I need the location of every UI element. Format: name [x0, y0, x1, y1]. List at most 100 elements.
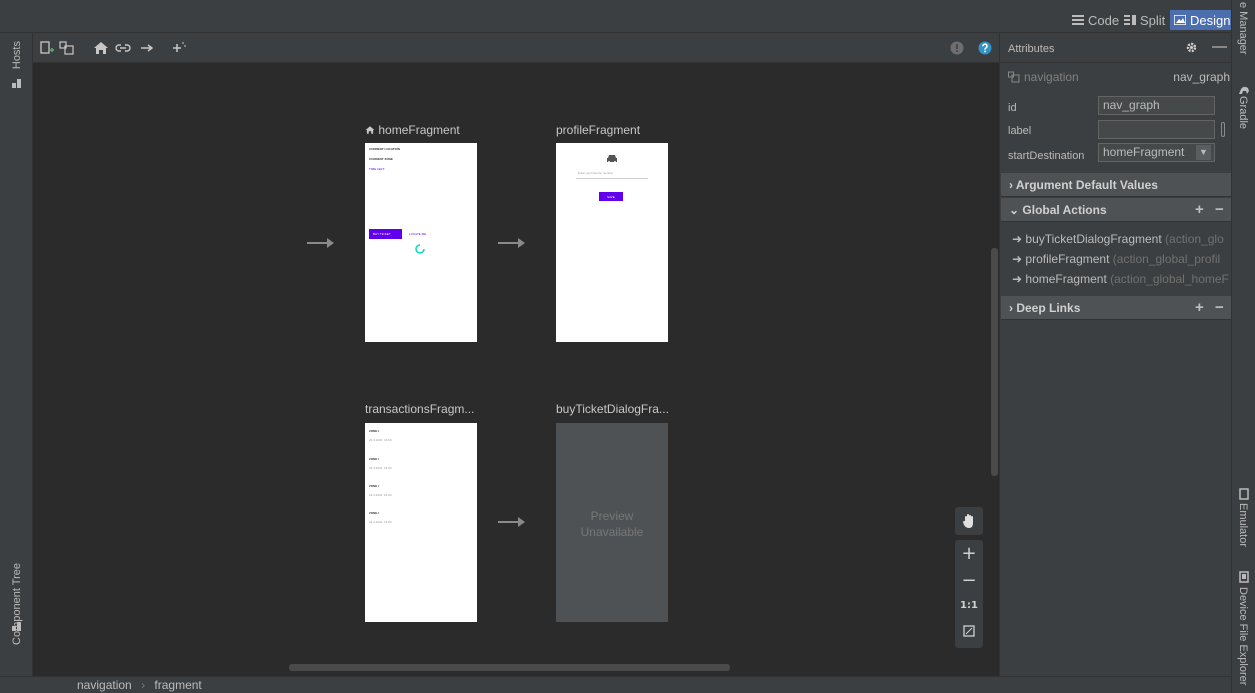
pan-tool-button[interactable] — [955, 507, 983, 535]
gradle-icon — [1238, 84, 1250, 94]
deep-link-icon[interactable] — [115, 40, 131, 56]
add-action-icon[interactable] — [139, 40, 155, 56]
navigation-graph-canvas[interactable]: homeFragment CURRENT LOCATION CURRENT ZO… — [33, 63, 999, 676]
start-destination-dropdown[interactable]: homeFragment ▼ — [1098, 143, 1215, 162]
status-bar: navigation › fragment — [0, 676, 1231, 693]
start-destination-arrow — [307, 238, 334, 248]
transaction-zone: ZONE I — [369, 511, 380, 515]
left-tool-strip: Hosts Component Tree — [0, 33, 33, 676]
label-field[interactable] — [1098, 120, 1215, 139]
label-resource-picker-button[interactable] — [1221, 122, 1225, 137]
locate-me-text: LOCATE ME — [409, 232, 427, 236]
start-destination-home-icon — [365, 123, 378, 137]
breadcrumb-separator-icon: › — [141, 678, 146, 692]
device-file-explorer-tab[interactable]: Device File Explorer — [1237, 587, 1249, 685]
home-fragment-title[interactable]: homeFragment — [365, 123, 460, 137]
global-action-id: (action_glo — [1165, 232, 1224, 246]
car-icon — [606, 153, 618, 163]
hosts-tab[interactable]: Hosts — [11, 41, 23, 69]
component-tree-icon — [12, 620, 21, 631]
preview-unavailable-line1: Preview — [590, 509, 634, 523]
transaction-zone: ZONE I — [369, 484, 380, 488]
loading-spinner-icon — [415, 243, 425, 254]
save-label: SAVE — [607, 195, 615, 199]
component-id-label: nav_graph — [1173, 70, 1230, 84]
gradle-tab[interactable]: Gradle — [1237, 96, 1249, 129]
remove-global-action-icon[interactable]: − — [1215, 201, 1224, 218]
global-action-id: (action_global_homeF — [1110, 272, 1229, 286]
deep-links-label: Deep Links — [1016, 301, 1081, 315]
design-view-button[interactable]: Design — [1170, 10, 1235, 30]
transactions-fragment-title[interactable]: transactionsFragm... — [365, 402, 474, 416]
remove-deep-link-icon[interactable]: − — [1215, 299, 1224, 316]
transaction-zone: ZONE I — [369, 457, 380, 461]
design-icon — [1174, 15, 1186, 25]
id-field[interactable]: nav_graph — [1098, 96, 1215, 115]
action-arrow-icon: ➜ — [1012, 232, 1023, 246]
argument-default-values-section[interactable]: › Argument Default Values — [1001, 173, 1231, 197]
home-fragment-name: homeFragment — [378, 123, 460, 137]
licence-input-placeholder: Enter your licence number — [578, 171, 614, 175]
current-zone-text: CURRENT ZONE — [369, 157, 393, 161]
zoom-one-to-one-button[interactable]: 1:1 — [955, 600, 983, 611]
split-icon — [1124, 15, 1136, 25]
home-fragment-preview[interactable]: CURRENT LOCATION CURRENT ZONE TIME LEFT:… — [365, 143, 477, 342]
licence-input-underline — [576, 178, 648, 179]
navigation-editor-toolbar — [33, 33, 999, 63]
warning-icon[interactable] — [949, 40, 965, 56]
transactions-fragment-preview[interactable]: ZONE I 22.4.2022. 16:00 ZONE I 22.4.2022… — [365, 423, 477, 622]
buy-ticket-label: BUY TICKET — [373, 232, 391, 236]
global-action-item[interactable]: ➜ buyTicketDialogFragment (action_glo — [1012, 232, 1230, 246]
zoom-in-button[interactable]: + — [955, 543, 983, 564]
breadcrumb-fragment[interactable]: fragment — [154, 678, 201, 692]
zoom-to-fit-icon[interactable] — [955, 625, 983, 640]
vertical-scrollbar[interactable] — [991, 248, 998, 476]
preview-unavailable-line2: Unavailable — [580, 525, 644, 539]
home-icon[interactable] — [93, 40, 109, 56]
hand-icon — [955, 513, 983, 532]
top-bar: Code Split Design — [0, 0, 1255, 33]
horizontal-scrollbar[interactable] — [289, 664, 730, 671]
emulator-tab[interactable]: Emulator — [1237, 503, 1249, 547]
new-destination-icon[interactable] — [39, 40, 55, 56]
component-type-label: navigation — [1024, 70, 1079, 84]
global-action-name: profileFragment — [1025, 252, 1110, 266]
navigation-graph-icon — [1008, 71, 1020, 86]
global-action-item[interactable]: ➜ profileFragment (action_global_profil — [1012, 252, 1230, 266]
breadcrumb-navigation[interactable]: navigation — [77, 678, 132, 692]
settings-gear-icon[interactable] — [1185, 41, 1198, 57]
nested-graph-icon[interactable] — [59, 40, 75, 56]
auto-arrange-icon[interactable] — [171, 40, 187, 56]
chevron-right-icon: › — [1009, 178, 1013, 192]
code-view-button[interactable]: Code — [1068, 10, 1123, 30]
buy-ticket-dialog-title[interactable]: buyTicketDialogFra... — [556, 402, 669, 416]
attributes-title: Attributes — [1008, 43, 1055, 55]
component-tree-tab[interactable]: Component Tree — [11, 563, 23, 645]
help-icon[interactable] — [977, 40, 993, 56]
split-view-button[interactable]: Split — [1120, 10, 1169, 30]
minimize-panel-icon[interactable]: — — [1212, 38, 1227, 55]
global-action-item[interactable]: ➜ homeFragment (action_global_homeF — [1012, 272, 1230, 286]
transaction-date: 22.4.2022. 16:00 — [369, 493, 392, 497]
device-file-explorer-icon — [1238, 571, 1250, 583]
action-arrow-buy-ticket — [498, 517, 525, 527]
profile-fragment-title[interactable]: profileFragment — [556, 123, 640, 137]
save-button: SAVE — [599, 192, 623, 201]
design-view-label: Design — [1190, 12, 1231, 28]
zoom-controls: + − 1:1 — [955, 540, 983, 648]
buy-ticket-dialog-preview[interactable]: Preview Unavailable — [556, 423, 668, 622]
code-icon — [1072, 15, 1084, 25]
profile-fragment-preview[interactable]: Enter your licence number SAVE — [556, 143, 668, 342]
resource-manager-tab[interactable]: e Manager — [1237, 2, 1249, 55]
label-label: label — [1008, 125, 1032, 137]
zoom-out-button[interactable]: − — [955, 570, 983, 591]
add-global-action-icon[interactable]: + — [1195, 201, 1204, 218]
deep-links-section[interactable]: › Deep Links + − — [1001, 296, 1231, 320]
time-left-text: TIME LEFT: — [369, 167, 385, 171]
add-deep-link-icon[interactable]: + — [1195, 299, 1204, 316]
action-arrow-icon: ➜ — [1012, 272, 1023, 286]
global-actions-section[interactable]: ⌄ Global Actions + − — [1001, 198, 1231, 222]
action-arrow-icon: ➜ — [1012, 252, 1023, 266]
argument-default-values-label: Argument Default Values — [1015, 178, 1158, 192]
transaction-date: 22.4.2022. 16:00 — [369, 438, 392, 442]
